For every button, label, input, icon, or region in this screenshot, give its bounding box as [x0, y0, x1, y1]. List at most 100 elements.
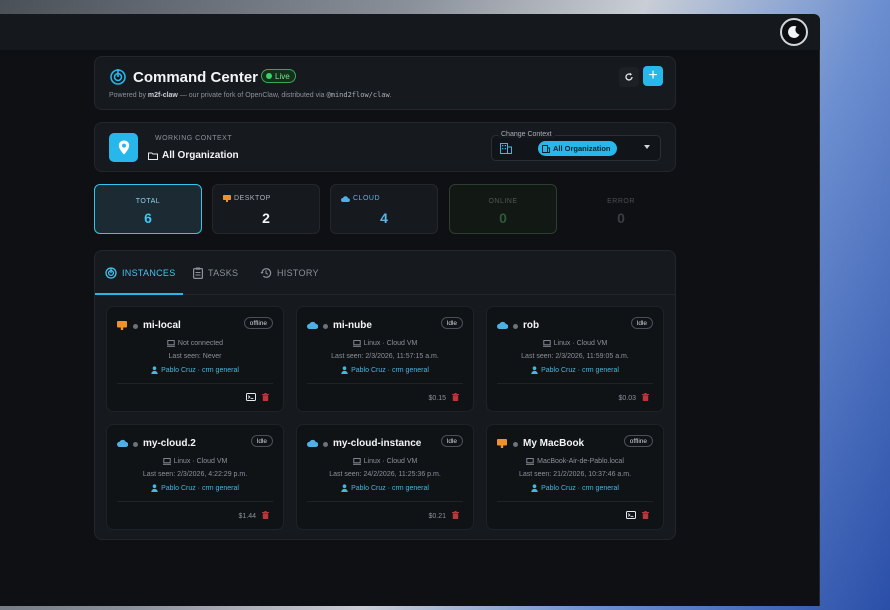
computer-icon — [352, 340, 361, 347]
location-pin-box — [109, 133, 138, 162]
clipboard-icon — [193, 267, 203, 279]
instance-name: my-cloud.2 — [143, 438, 196, 449]
instance-card[interactable]: my-cloud-instance Idle Linux · Cloud VM Las… — [296, 424, 474, 530]
stat-desktop-label: DESKTOP — [223, 195, 319, 202]
theme-toggle-button[interactable] — [780, 18, 808, 46]
stat-cloud-value: 4 — [380, 210, 388, 226]
instance-owner-link[interactable]: Pablo Cruz · crm general — [297, 366, 473, 374]
stat-error-card[interactable]: ERROR 0 — [567, 184, 675, 234]
delete-button[interactable] — [642, 393, 649, 403]
delete-button[interactable] — [262, 393, 269, 403]
instances-panel: INSTANCES TASKS HISTORY mi-local offline N… — [94, 250, 676, 540]
card-actions — [246, 393, 269, 403]
history-icon — [260, 268, 272, 278]
computer-icon — [542, 340, 551, 347]
delete-button[interactable] — [262, 511, 269, 521]
instance-os: MacBook-Air-de-Pablo.local — [487, 458, 663, 465]
trash-icon — [262, 393, 269, 401]
instance-last-seen: Last seen: 2/3/2026, 11:59:05 a.m. — [521, 353, 629, 360]
instances-icon — [105, 267, 117, 279]
status-badge: Idle — [440, 435, 463, 447]
card-divider — [497, 383, 653, 384]
user-icon — [151, 366, 158, 374]
instance-name: rob — [523, 320, 540, 331]
add-instance-button[interactable]: + — [643, 66, 663, 86]
terminal-icon — [626, 511, 636, 519]
instance-name: my-cloud-instance — [333, 438, 422, 449]
refresh-icon — [625, 72, 633, 81]
connection-status-dot — [513, 442, 518, 447]
refresh-button[interactable] — [619, 67, 639, 87]
computer-icon — [526, 458, 535, 465]
delete-button[interactable] — [452, 511, 459, 521]
connection-status-dot — [133, 324, 138, 329]
instance-card[interactable]: mi-nube Idle Linux · Cloud VM Last seen: 2/… — [296, 306, 474, 412]
window-titlebar — [0, 14, 820, 50]
tab-bar: INSTANCES TASKS HISTORY — [95, 251, 675, 295]
trash-icon — [262, 511, 269, 519]
trash-icon — [642, 393, 649, 401]
instance-name: My MacBook — [523, 438, 585, 449]
terminal-button[interactable] — [626, 511, 636, 521]
context-panel: WORKING CONTEXT All Organization Change … — [94, 122, 676, 172]
instance-card[interactable]: my-cloud.2 Idle Linux · Cloud VM Last seen:… — [106, 424, 284, 530]
card-actions: $1.44 — [238, 511, 269, 521]
stat-online-value: 0 — [499, 210, 507, 226]
desktop-icon — [223, 195, 231, 202]
instance-card[interactable]: rob Idle Linux · Cloud VM Last seen: 2/3/20… — [486, 306, 664, 412]
card-actions: $0.15 — [428, 393, 459, 403]
stat-desktop-card[interactable]: DESKTOP 2 — [212, 184, 320, 234]
page-title: Command Center — [133, 69, 259, 86]
stat-cloud-card[interactable]: CLOUD 4 — [330, 184, 438, 234]
status-badge: Idle — [440, 317, 463, 329]
instance-last-seen: Last seen: Never — [168, 353, 222, 360]
change-context-label: Change Context — [498, 131, 555, 138]
connection-status-dot — [133, 442, 138, 447]
stat-error-label: ERROR — [607, 198, 635, 205]
stat-total-card[interactable]: TOTAL 6 — [94, 184, 202, 234]
stat-total-label: TOTAL — [135, 198, 161, 205]
building-icon — [500, 143, 512, 154]
instance-last-seen: Last seen: 21/2/2026, 10:37:46 a.m. — [518, 471, 632, 478]
tab-history[interactable]: HISTORY — [260, 267, 319, 279]
instance-card[interactable]: mi-local offline Not connected Last seen: N… — [106, 306, 284, 412]
desktop-icon — [117, 321, 127, 330]
working-context-label: WORKING CONTEXT — [155, 135, 233, 142]
instance-card[interactable]: My MacBook offline MacBook-Air-de-Pablo.lo… — [486, 424, 664, 530]
card-divider — [497, 501, 653, 502]
instance-owner-link[interactable]: Pablo Cruz · crm general — [297, 484, 473, 492]
cloud-icon — [117, 439, 128, 447]
instance-owner-link[interactable]: Pablo Cruz · crm general — [107, 366, 283, 374]
status-badge: Idle — [630, 317, 653, 329]
terminal-button[interactable] — [246, 393, 256, 403]
stat-total-value: 6 — [144, 210, 152, 226]
stat-online-card[interactable]: ONLINE 0 — [449, 184, 557, 234]
tab-instances[interactable]: INSTANCES — [105, 267, 176, 279]
live-badge: Live — [261, 69, 296, 83]
card-divider — [307, 501, 463, 502]
user-icon — [151, 484, 158, 492]
desktop-icon — [497, 439, 507, 448]
card-actions: $0.03 — [618, 393, 649, 403]
instance-owner-link[interactable]: Pablo Cruz · crm general — [487, 366, 663, 374]
delete-button[interactable] — [642, 511, 649, 521]
moon-icon — [788, 25, 800, 38]
dropdown-caret-icon — [644, 145, 650, 149]
instance-os: Linux · Cloud VM — [487, 340, 663, 347]
cloud-icon — [497, 321, 508, 329]
instance-owner-link[interactable]: Pablo Cruz · crm general — [107, 484, 283, 492]
instance-cost: $0.03 — [618, 394, 636, 402]
folder-icon — [148, 152, 158, 160]
instance-cost: $0.21 — [428, 512, 446, 520]
change-context-select[interactable]: Change Context All Organization — [491, 131, 661, 161]
tab-tasks[interactable]: TASKS — [193, 267, 238, 279]
cloud-icon — [307, 321, 318, 329]
delete-button[interactable] — [452, 393, 459, 403]
status-badge: Idle — [250, 435, 273, 447]
instance-owner-link[interactable]: Pablo Cruz · crm general — [487, 484, 663, 492]
cloud-icon — [341, 195, 350, 202]
header-panel: Command Center Live Powered by m2f-claw … — [94, 56, 676, 110]
instance-os: Linux · Cloud VM — [297, 458, 473, 465]
terminal-icon — [246, 393, 256, 401]
building-small-icon — [542, 144, 550, 153]
